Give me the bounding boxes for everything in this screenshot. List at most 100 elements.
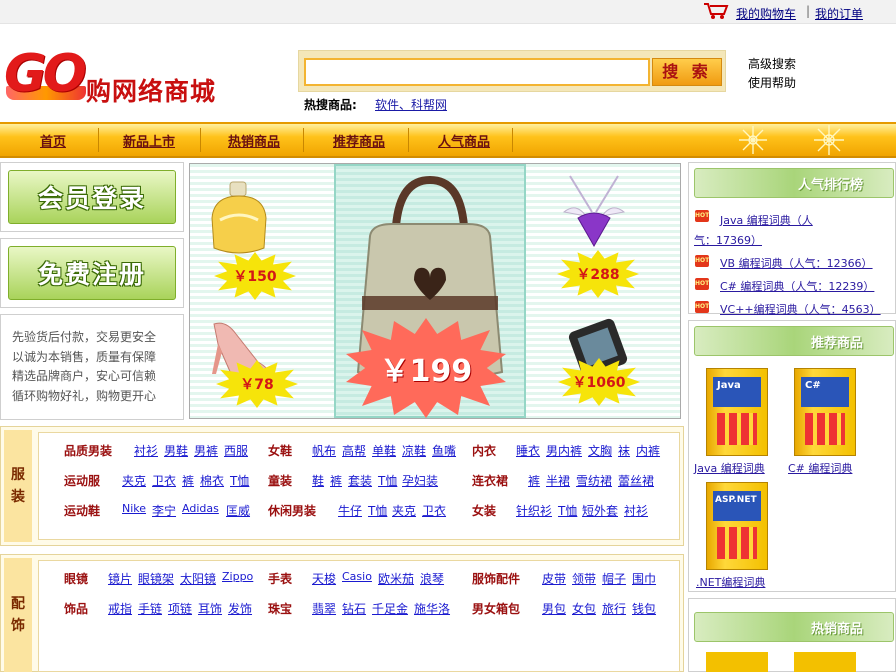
ranking-item-vb[interactable]: VB 编程词典（人气：12366） [720, 255, 873, 271]
advanced-search-link[interactable]: 高级搜索 [748, 55, 796, 72]
category-link[interactable]: 单鞋 [372, 442, 396, 459]
category-title[interactable]: 品质男装 [64, 442, 112, 459]
nav-popular[interactable]: 人气商品 [411, 131, 517, 150]
category-link[interactable]: T恤 [558, 502, 577, 519]
category-link[interactable]: Adidas [182, 502, 219, 515]
search-button[interactable]: 搜 索 [652, 58, 722, 86]
category-link[interactable]: 施华洛 [414, 600, 450, 617]
help-link[interactable]: 使用帮助 [748, 74, 796, 91]
category-link[interactable]: 围巾 [632, 570, 656, 587]
perfume-image[interactable] [204, 178, 274, 268]
site-logo[interactable]: GO 购网络商城 [4, 44, 244, 106]
category-link[interactable]: 高帮 [342, 442, 366, 459]
category-link[interactable]: 卫衣 [152, 472, 176, 489]
category-title[interactable]: 男女箱包 [472, 600, 520, 617]
category-link[interactable]: 耳饰 [198, 600, 222, 617]
member-login-button[interactable]: 会员登录 [8, 170, 176, 224]
category-link[interactable]: 欧米茄 [378, 570, 414, 587]
category-link[interactable]: 领带 [572, 570, 596, 587]
category-link[interactable]: 翡翠 [312, 600, 336, 617]
category-link[interactable]: 牛仔 [338, 502, 362, 519]
hot-search-link[interactable]: 软件、科帮网 [375, 96, 447, 113]
category-link[interactable]: 男鞋 [164, 442, 188, 459]
shopping-cart-icon[interactable] [703, 2, 729, 20]
nav-recommended[interactable]: 推荐商品 [306, 131, 412, 150]
category-title[interactable]: 手表 [268, 570, 292, 587]
category-link[interactable]: 睡衣 [516, 442, 540, 459]
nav-hot-sellers[interactable]: 热销商品 [201, 131, 307, 150]
category-link[interactable]: 蕾丝裙 [618, 472, 654, 489]
category-link[interactable]: 夹克 [392, 502, 416, 519]
category-link[interactable]: 鱼嘴 [432, 442, 456, 459]
category-link[interactable]: T恤 [378, 472, 397, 489]
category-link[interactable]: 衬衫 [624, 502, 648, 519]
category-link[interactable]: 太阳镜 [180, 570, 216, 587]
category-title[interactable]: 饰品 [64, 600, 88, 617]
category-link[interactable]: 半裙 [546, 472, 570, 489]
category-link[interactable]: 眼镜架 [138, 570, 174, 587]
my-orders-link[interactable]: 我的订单 [815, 5, 863, 22]
category-title[interactable]: 珠宝 [268, 600, 292, 617]
recommend-item-java[interactable]: Java 编程词典 [694, 460, 765, 476]
category-link[interactable]: 帽子 [602, 570, 626, 587]
free-register-button[interactable]: 免费注册 [8, 246, 176, 300]
category-link[interactable]: 孕妇装 [402, 472, 438, 489]
category-link[interactable]: 裤 [528, 472, 540, 489]
book-cover-java[interactable]: Java [706, 368, 768, 456]
ranking-item-vcpp[interactable]: VC++编程词典（人气：4563） [720, 301, 881, 317]
category-title[interactable]: 连衣裙 [472, 472, 508, 489]
necklace-image[interactable] [556, 172, 632, 258]
category-title[interactable]: 内衣 [472, 442, 496, 459]
book-cover-peek[interactable] [794, 652, 856, 672]
category-title[interactable]: 服饰配件 [472, 570, 520, 587]
category-title[interactable]: 女鞋 [268, 442, 292, 459]
book-cover-dotnet[interactable]: ASP.NET [706, 482, 768, 570]
category-link[interactable]: 针织衫 [516, 502, 552, 519]
category-link[interactable]: 棉衣 [200, 472, 224, 489]
category-link[interactable]: 内裤 [636, 442, 660, 459]
category-link[interactable]: T恤 [368, 502, 387, 519]
category-link[interactable]: 钱包 [632, 600, 656, 617]
recommend-item-csharp[interactable]: C# 编程词典 [788, 460, 852, 476]
category-title[interactable]: 童装 [268, 472, 292, 489]
category-link[interactable]: 皮带 [542, 570, 566, 587]
category-link[interactable]: 夹克 [122, 472, 146, 489]
search-input[interactable] [304, 58, 650, 86]
category-link[interactable]: 女包 [572, 600, 596, 617]
category-link[interactable]: 男内裤 [546, 442, 582, 459]
category-link[interactable]: 卫衣 [422, 502, 446, 519]
category-link[interactable]: Casio [342, 570, 372, 583]
category-link[interactable]: 套装 [348, 472, 372, 489]
category-link[interactable]: 天梭 [312, 570, 336, 587]
category-link[interactable]: 男包 [542, 600, 566, 617]
book-cover-peek[interactable] [706, 652, 768, 672]
ranking-item-java-count[interactable]: 气：17369） [694, 232, 762, 248]
category-link[interactable]: 鞋 [312, 472, 324, 489]
my-cart-link[interactable]: 我的购物车 [736, 5, 796, 22]
category-link[interactable]: 镜片 [108, 570, 132, 587]
category-link[interactable]: 男裤 [194, 442, 218, 459]
category-link[interactable]: 手链 [138, 600, 162, 617]
recommend-item-dotnet[interactable]: .NET编程词典 [696, 574, 765, 590]
category-link[interactable]: 文胸 [588, 442, 612, 459]
category-link[interactable]: 浪琴 [420, 570, 444, 587]
category-link[interactable]: 衬衫 [134, 442, 158, 459]
category-link[interactable]: 千足金 [372, 600, 408, 617]
category-link[interactable]: 李宁 [152, 502, 176, 519]
category-link[interactable]: 短外套 [582, 502, 618, 519]
category-link[interactable]: 帆布 [312, 442, 336, 459]
category-title[interactable]: 眼镜 [64, 570, 88, 587]
category-link[interactable]: 雪纺裙 [576, 472, 612, 489]
category-link[interactable]: 项链 [168, 600, 192, 617]
category-link[interactable]: 西服 [224, 442, 248, 459]
ranking-item-java[interactable]: Java 编程词典（人 [720, 212, 813, 228]
category-link[interactable]: 匡威 [226, 502, 250, 519]
category-title[interactable]: 运动鞋 [64, 502, 100, 519]
nav-home[interactable]: 首页 [0, 131, 106, 150]
category-link[interactable]: T恤 [230, 472, 249, 489]
category-title[interactable]: 运动服 [64, 472, 100, 489]
category-link[interactable]: 凉鞋 [402, 442, 426, 459]
category-link[interactable]: Nike [122, 502, 146, 515]
category-link[interactable]: 裤 [330, 472, 342, 489]
category-link[interactable]: 钻石 [342, 600, 366, 617]
